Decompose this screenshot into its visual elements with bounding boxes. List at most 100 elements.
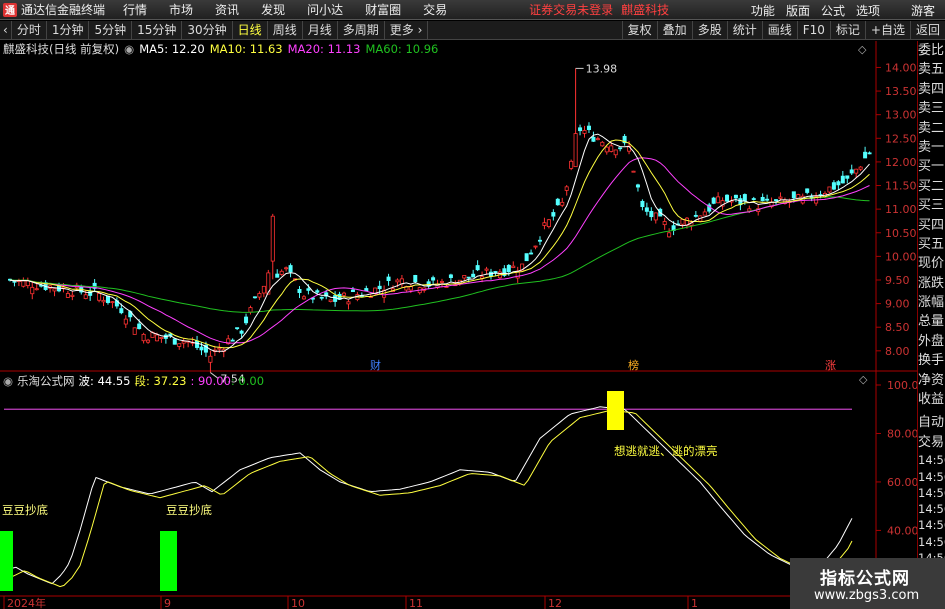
ma10-value: MA10: 11.63 [209, 42, 283, 56]
candle-body [284, 267, 289, 270]
candle-body [693, 214, 698, 217]
candle-body [849, 169, 854, 174]
main-legend: 麒盛科技(日线 前复权) ◉ MA5: 12.20 MA10: 11.63 MA… [3, 41, 443, 57]
candle-body [195, 340, 200, 348]
candle-body [462, 275, 467, 279]
candle-body [25, 280, 30, 287]
indicator-axis-label: 40.00 [887, 524, 917, 537]
settings-circle-icon[interactable]: ◉ [124, 42, 134, 56]
candle-body [275, 273, 280, 278]
candle-body [662, 221, 667, 226]
bottom-signal-bar [0, 531, 13, 591]
quote-field-16[interactable]: 换手 [918, 351, 945, 370]
candle-body [83, 294, 88, 299]
quote-field-7[interactable]: 买二 [918, 177, 945, 196]
candle-body [105, 295, 110, 303]
quote-field-3[interactable]: 卖三 [918, 99, 945, 118]
quote-field-6[interactable]: 买一 [918, 157, 945, 176]
quote-field-10[interactable]: 买五 [918, 235, 945, 254]
candle-body [604, 146, 609, 153]
candle-body [542, 222, 547, 226]
candle-body [208, 355, 213, 363]
quote-field-4[interactable]: 卖二 [918, 119, 945, 138]
indicator-settings-icon[interactable]: ◉ [3, 374, 13, 388]
tick-time: 14:56 [918, 485, 945, 500]
candle-body [21, 279, 26, 287]
candle-body [328, 299, 333, 302]
candle-body [413, 274, 418, 283]
candle-body [551, 212, 556, 217]
candle-body [555, 198, 560, 206]
quote-field-11[interactable]: 现价 [918, 254, 945, 273]
candle-body [863, 151, 868, 159]
candle-body [506, 264, 511, 273]
candle-body [827, 186, 832, 193]
price-axis-label: 9.00 [885, 298, 910, 311]
date-label: 12 [548, 597, 562, 609]
candle-body [751, 198, 756, 200]
candle-body [529, 252, 534, 255]
price-axis-label: 12.50 [885, 132, 917, 145]
candle-body [110, 301, 115, 304]
indicator-axis-label: 100.0 [887, 379, 917, 392]
segment-value: 段: 37.23 [134, 374, 187, 388]
candle-body [680, 218, 685, 225]
quote-field-2[interactable]: 卖四 [918, 80, 945, 99]
indicator-axis-label: 80.00 [887, 427, 917, 440]
ma60-line [9, 196, 870, 313]
candle-body [609, 145, 614, 152]
event-marker: 财 [370, 358, 381, 372]
quote-field-15[interactable]: 外盘 [918, 332, 945, 351]
ma5-value: MA5: 12.20 [139, 42, 205, 56]
quote-field-9[interactable]: 买四 [918, 216, 945, 235]
quote-field-17[interactable]: 净资 [918, 371, 945, 390]
candle-body [524, 253, 529, 262]
indicator-axis-label: 60.00 [887, 476, 917, 489]
price-axis-label: 13.00 [885, 109, 917, 122]
watermark: 指标公式网 www.zbgs3.com [790, 558, 945, 609]
candle-body [560, 201, 565, 206]
candle-body [484, 268, 489, 271]
candle-body [774, 199, 779, 201]
candle-body [364, 288, 369, 292]
quote-field-12[interactable]: 涨跌 [918, 274, 945, 293]
candle-body [395, 279, 400, 283]
candle-body [146, 339, 151, 343]
price-axis-label: 11.50 [885, 180, 917, 193]
tick-time: 14:56 [918, 469, 945, 484]
price-axis-label: 10.00 [885, 250, 917, 263]
indicator-legend: ◉ 乐淘公式网 波: 44.55 段: 37.23 : 90.00 : 0.00 [3, 373, 268, 389]
candle-body [154, 334, 159, 342]
quote-field-0[interactable]: 委比 [918, 41, 945, 60]
candle-body [448, 274, 453, 279]
candle-body [230, 339, 235, 342]
candle-body [12, 280, 17, 283]
price-axis-label: 9.50 [885, 274, 910, 287]
kline-chart[interactable]: ◇ ◇ 14.00 13.50 13.00 12.50 12.00 11.50 11.00 10.… [0, 0, 917, 609]
auto-trade-label: 自动 [918, 415, 945, 431]
candle-body [239, 330, 244, 334]
candle-body [840, 175, 845, 184]
candle-body [640, 200, 645, 208]
candle-body [431, 277, 436, 281]
price-axis-label: 10.50 [885, 227, 917, 240]
candle-body [141, 333, 146, 342]
quote-field-1[interactable]: 卖五 [918, 60, 945, 79]
candle-body [778, 196, 783, 199]
candle-body [760, 196, 765, 202]
quote-field-5[interactable]: 卖一 [918, 138, 945, 157]
candle-body [546, 219, 551, 227]
candle-body [537, 239, 542, 242]
quote-field-8[interactable]: 买三 [918, 196, 945, 215]
diamond-icon-lower: ◇ [859, 373, 868, 386]
quote-field-14[interactable]: 总量 [918, 312, 945, 331]
candle-body [613, 149, 618, 156]
candle-body [511, 265, 516, 268]
candle-body [377, 285, 382, 290]
quote-field-13[interactable]: 涨幅 [918, 293, 945, 312]
candle-body [235, 327, 240, 330]
quote-field-18[interactable]: 收益 [918, 390, 945, 409]
candle-body [386, 276, 391, 281]
candle-body [257, 293, 262, 298]
price-axis-label: 13.50 [885, 85, 917, 98]
